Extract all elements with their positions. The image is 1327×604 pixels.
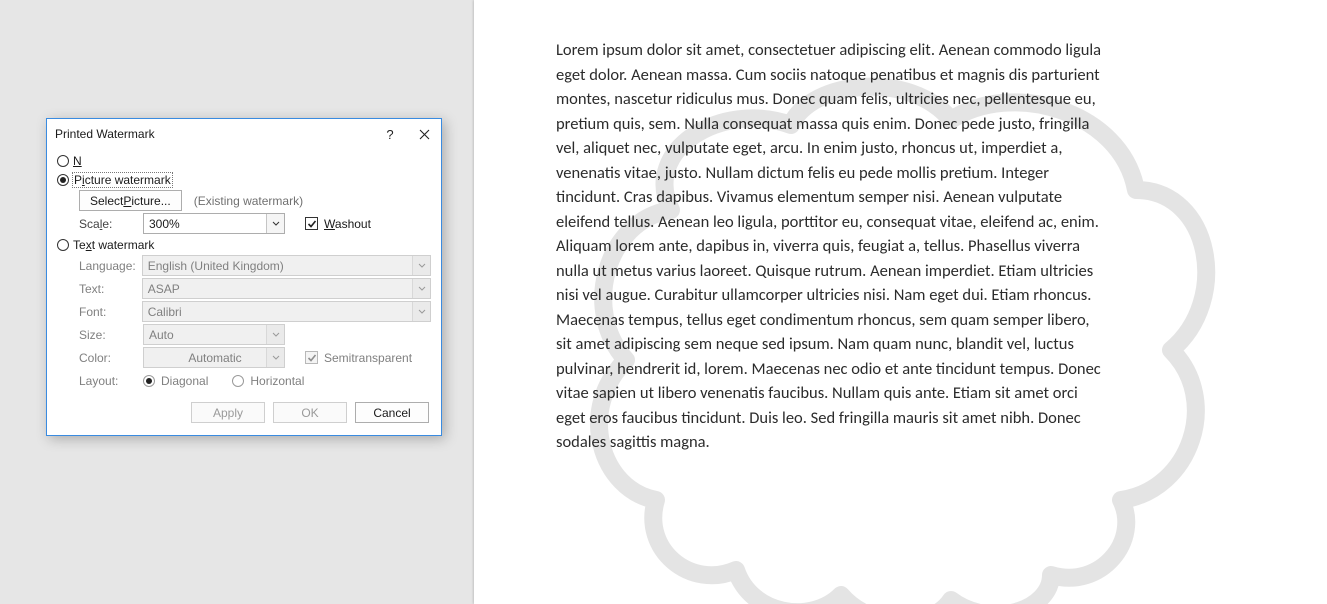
language-combo: English (United Kingdom) [142, 255, 431, 276]
ok-button: OK [273, 402, 347, 423]
chevron-down-icon [266, 325, 284, 344]
radio-no-watermark[interactable]: N [57, 151, 431, 170]
chevron-down-icon [266, 214, 284, 233]
scale-value: 300% [144, 217, 266, 231]
close-button[interactable] [407, 119, 441, 149]
scale-label: Scale: [79, 217, 137, 231]
color-label: Color: [79, 351, 137, 365]
close-icon [419, 129, 430, 140]
radio-no-watermark-label: N [73, 154, 82, 168]
text-value: ASAP [143, 282, 412, 296]
layout-diagonal-label: Diagonal [161, 374, 208, 388]
help-button[interactable]: ? [373, 119, 407, 149]
text-combo: ASAP [142, 278, 431, 299]
cancel-button[interactable]: Cancel [355, 402, 429, 423]
size-label: Size: [79, 328, 137, 342]
document-body-text: Lorem ipsum dolor sit amet, consectetuer… [556, 38, 1102, 455]
radio-text-watermark[interactable]: Text watermark [57, 235, 431, 254]
washout-label: Washout [324, 217, 371, 231]
text-label: Text: [79, 282, 136, 296]
radio-picture-watermark[interactable]: Picture watermark [57, 170, 431, 189]
radio-text-watermark-label: Text watermark [73, 238, 154, 252]
font-label: Font: [79, 305, 136, 319]
font-value: Calibri [143, 305, 412, 319]
radio-on-icon [143, 375, 155, 387]
language-label: Language: [79, 259, 136, 273]
semitransparent-label: Semitransparent [324, 351, 412, 365]
radio-off-icon [57, 239, 69, 251]
dialog-title: Printed Watermark [55, 127, 373, 141]
existing-watermark-note: (Existing watermark) [194, 194, 303, 208]
size-combo: Auto [143, 324, 285, 345]
semitransparent-checkbox [305, 351, 318, 364]
size-value: Auto [144, 328, 266, 342]
chevron-down-icon [266, 348, 284, 367]
layout-horizontal-label: Horizontal [250, 374, 304, 388]
washout-checkbox[interactable] [305, 217, 318, 230]
color-combo: Automatic [143, 347, 285, 368]
help-icon: ? [386, 127, 393, 142]
font-combo: Calibri [142, 301, 431, 322]
layout-label: Layout: [79, 374, 137, 388]
document-page: Lorem ipsum dolor sit amet, consectetuer… [474, 0, 1327, 604]
radio-off-icon [232, 375, 244, 387]
radio-on-icon [57, 174, 69, 186]
apply-button: Apply [191, 402, 265, 423]
radio-off-icon [57, 155, 69, 167]
select-picture-button[interactable]: Select Picture... [79, 190, 182, 211]
color-value: Automatic [164, 351, 266, 365]
radio-picture-watermark-label: Picture watermark [72, 172, 173, 188]
printed-watermark-dialog: Printed Watermark ? N Picture watermark [46, 118, 442, 436]
chevron-down-icon [412, 302, 430, 321]
chevron-down-icon [412, 279, 430, 298]
language-value: English (United Kingdom) [143, 259, 412, 273]
chevron-down-icon [412, 256, 430, 275]
scale-combo[interactable]: 300% [143, 213, 285, 234]
dialog-titlebar[interactable]: Printed Watermark ? [47, 119, 441, 149]
